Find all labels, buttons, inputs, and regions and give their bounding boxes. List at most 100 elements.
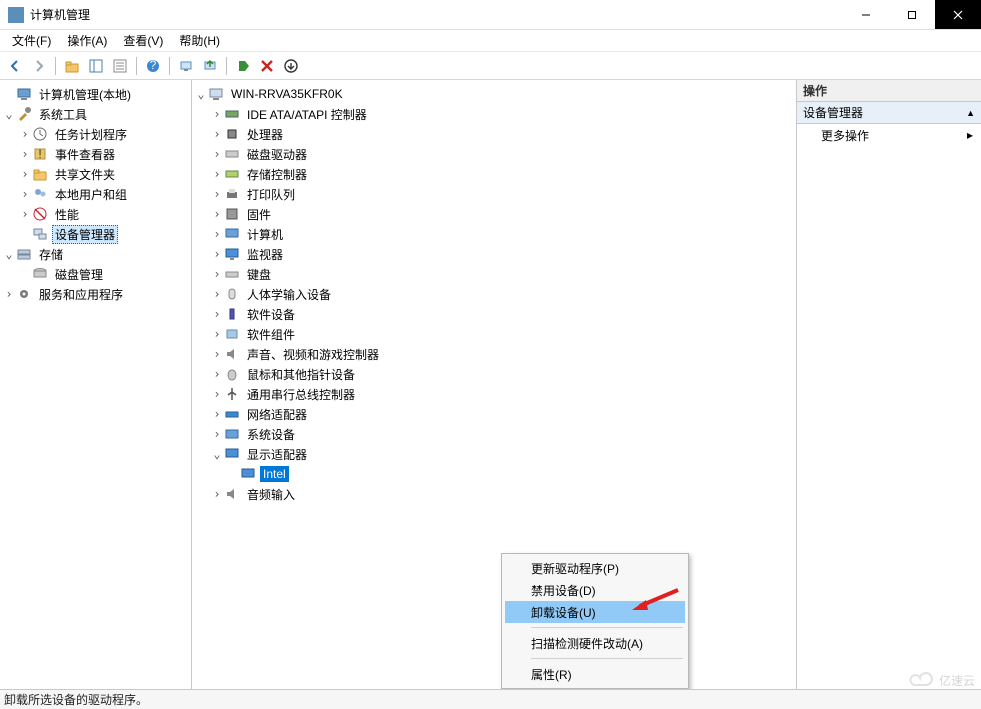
- hid-icon: [224, 286, 240, 302]
- tb-uninstall-button[interactable]: [280, 55, 302, 77]
- dev-cat[interactable]: ›软件设备: [192, 304, 796, 324]
- ctx-uninstall-device[interactable]: 卸载设备(U): [505, 601, 685, 623]
- dev-cat[interactable]: ›通用串行总线控制器: [192, 384, 796, 404]
- dev-cat[interactable]: ›处理器: [192, 124, 796, 144]
- network-icon: [224, 406, 240, 422]
- services-icon: [16, 286, 32, 302]
- software-comp-icon: [224, 326, 240, 342]
- close-button[interactable]: [935, 0, 981, 29]
- firmware-icon: [224, 206, 240, 222]
- actions-section-label: 设备管理器: [803, 104, 863, 121]
- tb-update-driver-button[interactable]: [199, 55, 221, 77]
- tree-root-label: 计算机管理(本地): [36, 85, 134, 104]
- dev-cat[interactable]: ›人体学输入设备: [192, 284, 796, 304]
- collapse-arrow-icon: ▲: [966, 108, 975, 118]
- tree-services-apps[interactable]: ›服务和应用程序: [0, 284, 191, 304]
- minimize-button[interactable]: [843, 0, 889, 29]
- tree-performance[interactable]: ›性能: [0, 204, 191, 224]
- system-dev-icon: [224, 426, 240, 442]
- menu-help[interactable]: 帮助(H): [171, 30, 228, 51]
- storage-ctrl-icon: [224, 166, 240, 182]
- tb-disable-button[interactable]: [256, 55, 278, 77]
- tb-scan-button[interactable]: [175, 55, 197, 77]
- dev-cat[interactable]: ›鼠标和其他指针设备: [192, 364, 796, 384]
- tree-task-scheduler[interactable]: ›任务计划程序: [0, 124, 191, 144]
- dev-display-adapters[interactable]: ⌄显示适配器: [192, 444, 796, 464]
- submenu-arrow-icon: ▸: [967, 128, 973, 142]
- dev-cat[interactable]: ›声音、视频和游戏控制器: [192, 344, 796, 364]
- ctx-disable-device[interactable]: 禁用设备(D): [505, 579, 685, 601]
- dev-intel-gpu[interactable]: ›Intel: [192, 464, 796, 484]
- tb-help-button[interactable]: ?: [142, 55, 164, 77]
- mouse-icon: [224, 366, 240, 382]
- cpu-icon: [224, 126, 240, 142]
- tb-up-button[interactable]: [61, 55, 83, 77]
- main-content: ▸ 计算机管理(本地) ⌄ 系统工具 ›任务计划程序 ›!事件查看器 ›共享文件…: [0, 80, 981, 689]
- tree-local-users[interactable]: ›本地用户和组: [0, 184, 191, 204]
- window-title: 计算机管理: [30, 6, 843, 23]
- dev-cat[interactable]: ›软件组件: [192, 324, 796, 344]
- storage-icon: [16, 246, 32, 262]
- printer-icon: [224, 186, 240, 202]
- menu-view[interactable]: 查看(V): [115, 30, 171, 51]
- dev-cat[interactable]: ›网络适配器: [192, 404, 796, 424]
- context-menu: 更新驱动程序(P) 禁用设备(D) 卸载设备(U) 扫描检测硬件改动(A) 属性…: [501, 553, 689, 689]
- toolbar: ?: [0, 52, 981, 80]
- audio-io-icon: [224, 486, 240, 502]
- actions-more[interactable]: 更多操作 ▸: [797, 124, 981, 146]
- gpu-icon: [240, 466, 256, 482]
- tb-forward-button[interactable]: [28, 55, 50, 77]
- tree-system-tools[interactable]: ⌄ 系统工具: [0, 104, 191, 124]
- tree-disk-mgmt[interactable]: ›磁盘管理: [0, 264, 191, 284]
- actions-header: 操作: [797, 80, 981, 102]
- maximize-button[interactable]: [889, 0, 935, 29]
- svg-text:!: !: [38, 147, 41, 161]
- tools-icon: [16, 106, 32, 122]
- computer-mgmt-icon: [16, 86, 32, 102]
- device-manager-icon: [32, 226, 48, 242]
- dev-cat[interactable]: ›IDE ATA/ATAPI 控制器: [192, 104, 796, 124]
- menu-file[interactable]: 文件(F): [4, 30, 59, 51]
- dev-cat[interactable]: ›固件: [192, 204, 796, 224]
- ctx-separator: [531, 627, 683, 628]
- device-tree[interactable]: ⌄WIN-RRVA35KFR0K ›IDE ATA/ATAPI 控制器 ›处理器…: [192, 80, 797, 689]
- dev-cat[interactable]: ›存储控制器: [192, 164, 796, 184]
- ctx-scan-hardware[interactable]: 扫描检测硬件改动(A): [505, 632, 685, 654]
- tree-event-viewer[interactable]: ›!事件查看器: [0, 144, 191, 164]
- display-adapter-icon: [224, 446, 240, 462]
- dev-root[interactable]: ⌄WIN-RRVA35KFR0K: [192, 84, 796, 104]
- tree-shared-folders[interactable]: ›共享文件夹: [0, 164, 191, 184]
- tb-properties-button[interactable]: [109, 55, 131, 77]
- disk-icon: [32, 266, 48, 282]
- dev-cat[interactable]: ›打印队列: [192, 184, 796, 204]
- actions-pane: 操作 设备管理器 ▲ 更多操作 ▸: [797, 80, 981, 689]
- window-buttons: [843, 0, 981, 29]
- tree-storage[interactable]: ⌄存储: [0, 244, 191, 264]
- actions-section[interactable]: 设备管理器 ▲: [797, 102, 981, 124]
- menu-action[interactable]: 操作(A): [59, 30, 115, 51]
- dev-cat[interactable]: ›计算机: [192, 224, 796, 244]
- tree-device-manager[interactable]: ›设备管理器: [0, 224, 191, 244]
- tb-enable-button[interactable]: [232, 55, 254, 77]
- dev-cat[interactable]: ›系统设备: [192, 424, 796, 444]
- dev-cat[interactable]: ›键盘: [192, 264, 796, 284]
- tb-back-button[interactable]: [4, 55, 26, 77]
- dev-cat[interactable]: ›磁盘驱动器: [192, 144, 796, 164]
- dev-audio-io[interactable]: ›音频输入: [192, 484, 796, 504]
- computer-icon: [208, 86, 224, 102]
- disk-drive-icon: [224, 146, 240, 162]
- ctx-update-driver[interactable]: 更新驱动程序(P): [505, 557, 685, 579]
- tb-show-hide-tree-button[interactable]: [85, 55, 107, 77]
- ctx-separator: [531, 658, 683, 659]
- svg-text:?: ?: [150, 58, 157, 72]
- tree-root[interactable]: ▸ 计算机管理(本地): [0, 84, 191, 104]
- console-tree[interactable]: ▸ 计算机管理(本地) ⌄ 系统工具 ›任务计划程序 ›!事件查看器 ›共享文件…: [0, 80, 192, 689]
- software-dev-icon: [224, 306, 240, 322]
- dev-cat[interactable]: ›监视器: [192, 244, 796, 264]
- users-icon: [32, 186, 48, 202]
- shared-folder-icon: [32, 166, 48, 182]
- computer-cat-icon: [224, 226, 240, 242]
- keyboard-icon: [224, 266, 240, 282]
- ctx-properties[interactable]: 属性(R): [505, 663, 685, 685]
- app-icon: [8, 7, 24, 23]
